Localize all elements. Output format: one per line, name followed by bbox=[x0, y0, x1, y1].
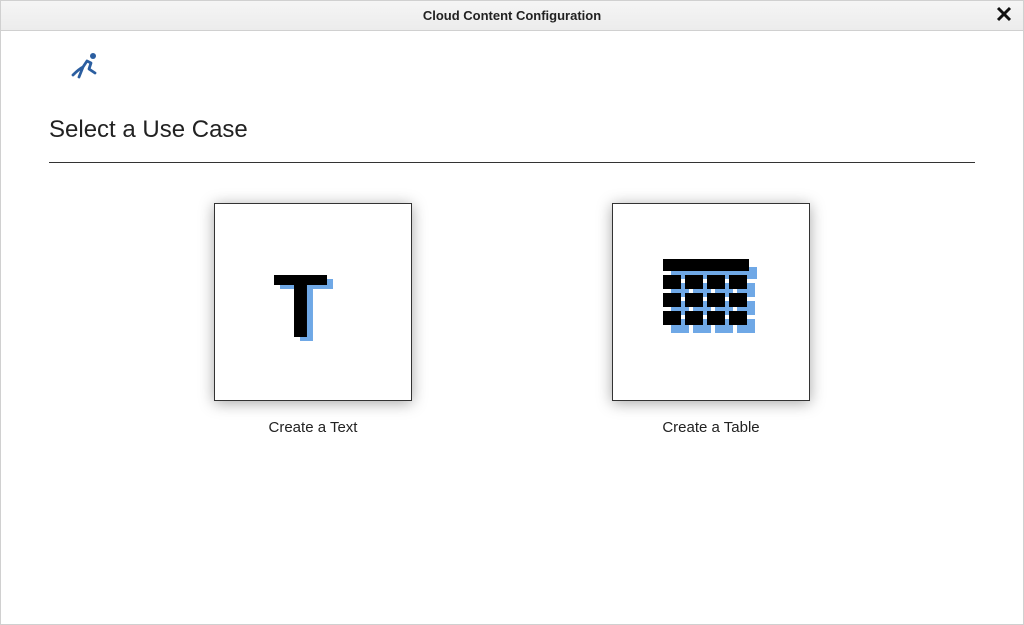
page-heading: Select a Use Case bbox=[49, 116, 975, 144]
create-table-option: Create a Table bbox=[612, 203, 810, 436]
window-title: Cloud Content Configuration bbox=[423, 8, 601, 23]
close-icon bbox=[996, 5, 1012, 28]
use-case-cards: T T Create a Text bbox=[49, 203, 975, 436]
create-table-label: Create a Table bbox=[662, 419, 759, 436]
dialog-window: Cloud Content Configuration Select a Use… bbox=[0, 0, 1024, 625]
titlebar: Cloud Content Configuration bbox=[1, 1, 1023, 31]
app-logo-icon bbox=[69, 51, 975, 88]
table-icon bbox=[663, 259, 759, 345]
create-text-card[interactable]: T T bbox=[214, 203, 412, 401]
create-text-label: Create a Text bbox=[269, 419, 358, 436]
create-table-card[interactable] bbox=[612, 203, 810, 401]
text-icon: T T bbox=[273, 262, 353, 342]
create-text-option: T T Create a Text bbox=[214, 203, 412, 436]
close-button[interactable] bbox=[993, 5, 1015, 27]
divider bbox=[49, 162, 975, 163]
dialog-content: Select a Use Case T T Create a Text bbox=[1, 31, 1023, 436]
